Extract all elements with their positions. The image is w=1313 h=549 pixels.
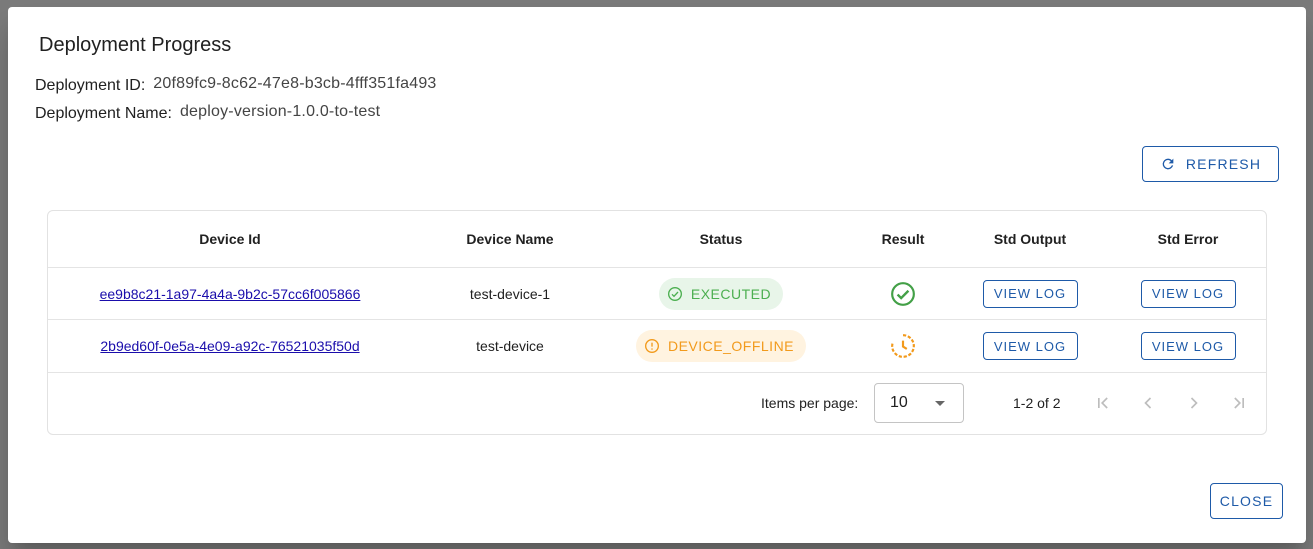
caret-down-icon — [935, 401, 945, 406]
items-per-page-select[interactable]: 10 — [874, 383, 964, 423]
device-id-link[interactable]: ee9b8c21-1a97-4a4a-9b2c-57cc6f005866 — [100, 286, 361, 302]
table-row: ee9b8c21-1a97-4a4a-9b2c-57cc6f005866 tes… — [48, 268, 1266, 320]
view-std-error-button[interactable]: VIEW LOG — [1140, 279, 1236, 308]
refresh-label: REFRESH — [1185, 156, 1262, 172]
deployment-name-value: deploy-version-1.0.0-to-test — [179, 103, 381, 120]
refresh-button[interactable]: REFRESH — [1142, 146, 1279, 182]
device-name: test-device — [476, 338, 544, 354]
next-page-icon[interactable] — [1184, 393, 1204, 413]
previous-page-icon[interactable] — [1138, 393, 1158, 413]
deployment-id-label: Deployment ID: — [35, 77, 146, 94]
close-button[interactable]: CLOSE — [1210, 483, 1283, 519]
check-circle-icon — [891, 281, 915, 306]
pending-clock-icon — [891, 334, 915, 358]
deployment-name-row: Deployment Name: deploy-version-1.0.0-to… — [35, 103, 381, 123]
warning-circle-icon — [644, 339, 659, 353]
device-table: Device Id Device Name Status Result Std … — [47, 210, 1267, 435]
first-page-icon[interactable] — [1093, 393, 1113, 413]
header-std-output: Std Output — [993, 231, 1067, 247]
status-badge: DEVICE_OFFLINE — [635, 330, 807, 362]
dialog-title: Deployment Progress — [39, 34, 232, 56]
deployment-name-label: Deployment Name: — [35, 105, 172, 122]
view-std-output-button[interactable]: VIEW LOG — [982, 279, 1078, 308]
refresh-icon — [1162, 158, 1174, 170]
table-pagination: Items per page: 10 1-2 of 2 — [48, 373, 1266, 434]
device-id-link[interactable]: 2b9ed60f-0e5a-4e09-a92c-76521035f50d — [100, 338, 359, 354]
table-row: 2b9ed60f-0e5a-4e09-a92c-76521035f50d tes… — [48, 320, 1266, 373]
pagination-range: 1-2 of 2 — [1013, 395, 1061, 411]
header-status: Status — [699, 231, 743, 247]
view-std-output-button[interactable]: VIEW LOG — [982, 332, 1078, 360]
status-label: DEVICE_OFFLINE — [667, 338, 795, 354]
header-std-error: Std Error — [1157, 231, 1219, 247]
header-result: Result — [881, 231, 925, 247]
items-per-page-label: Items per page: — [761, 395, 859, 411]
check-circle-outline-icon — [667, 286, 682, 301]
device-name: test-device-1 — [469, 285, 551, 302]
deployment-id-value: 20f89fc9-8c62-47e8-b3cb-4fff351fa493 — [153, 75, 437, 92]
deployment-id-row: Deployment ID: 20f89fc9-8c62-47e8-b3cb-4… — [35, 75, 437, 95]
last-page-icon[interactable] — [1229, 393, 1249, 413]
table-header-row: Device Id Device Name Status Result Std … — [48, 211, 1266, 268]
view-std-error-button[interactable]: VIEW LOG — [1140, 332, 1236, 360]
items-per-page-value: 10 — [890, 394, 908, 411]
status-label: EXECUTED — [690, 285, 772, 302]
status-badge: EXECUTED — [658, 277, 784, 310]
header-device-id: Device Id — [199, 231, 261, 247]
header-device-name: Device Name — [466, 231, 554, 247]
deployment-progress-dialog: Deployment Progress Deployment ID: 20f89… — [8, 7, 1306, 543]
